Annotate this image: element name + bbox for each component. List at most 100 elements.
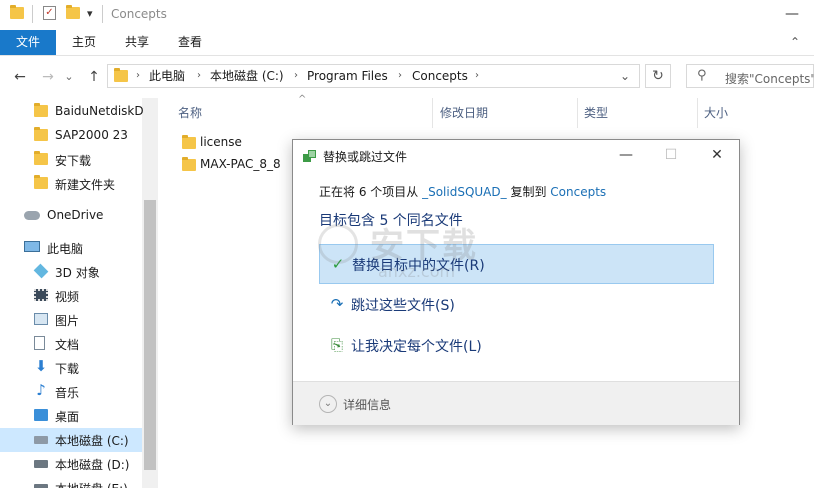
forward-button[interactable]: → xyxy=(38,67,58,87)
folder-icon xyxy=(114,68,128,82)
dialog-maximize-button[interactable]: ☐ xyxy=(656,144,686,166)
nav-item-label: 图片 xyxy=(55,314,80,328)
address-bar[interactable]: › 此电脑 › 本地磁盘 (C:) › Program Files › Conc… xyxy=(107,64,640,88)
tab-home[interactable]: 主页 xyxy=(64,30,104,55)
sort-indicator-icon: ^ xyxy=(298,94,307,105)
desktop-icon xyxy=(34,409,48,421)
refresh-button[interactable]: ↻ xyxy=(645,64,671,88)
nav-item-label: 3D 对象 xyxy=(55,266,100,280)
new-folder-icon[interactable] xyxy=(66,5,80,19)
properties-icon[interactable]: ✓ xyxy=(43,6,56,20)
back-button[interactable]: ← xyxy=(10,67,30,87)
nav-item-downloads[interactable]: ⬇ 下载 xyxy=(0,356,142,380)
nav-item-label: 下载 xyxy=(55,362,80,376)
column-divider[interactable] xyxy=(697,98,698,128)
nav-item-3d-objects[interactable]: 3D 对象 xyxy=(0,260,142,284)
breadcrumb-separator[interactable]: › xyxy=(475,65,479,87)
source-folder-link[interactable]: _SolidSQUAD_ xyxy=(422,185,507,199)
destination-folder-link[interactable]: Concepts xyxy=(550,185,606,199)
title-bar: ✓ ▾ Concepts — xyxy=(0,0,814,30)
up-button[interactable]: ↑ xyxy=(84,67,104,87)
column-header-type[interactable]: 类型 xyxy=(584,98,608,128)
replace-files-option[interactable]: ✓ 替换目标中的文件(R) xyxy=(319,244,714,284)
skip-arrow-icon: ↷ xyxy=(330,295,344,313)
breadcrumb-concepts[interactable]: Concepts xyxy=(412,65,468,87)
folder-icon xyxy=(34,151,48,165)
nav-scrollbar-thumb[interactable] xyxy=(144,200,156,470)
address-dropdown-icon[interactable]: ⌄ xyxy=(620,65,630,87)
quick-access-dropdown-icon[interactable]: ▾ xyxy=(87,7,93,20)
column-divider[interactable] xyxy=(432,98,433,128)
copy-icon xyxy=(303,150,317,162)
breadcrumb-local-disk-c[interactable]: 本地磁盘 (C:) xyxy=(210,65,284,87)
nav-item-onedrive[interactable]: OneDrive xyxy=(0,204,142,228)
recent-locations-button[interactable]: ⌄ xyxy=(62,67,76,87)
replace-or-skip-dialog: 替换或跳过文件 — ☐ ✕ 正在将 6 个项目从 _SolidSQUAD_ 复制… xyxy=(292,139,740,425)
divider xyxy=(102,5,103,23)
breadcrumb-program-files[interactable]: Program Files xyxy=(307,65,388,87)
folder-icon xyxy=(34,103,48,117)
option-label: 让我决定每个文件(L) xyxy=(351,339,482,355)
nav-item-new-folder[interactable]: 新建文件夹 xyxy=(0,172,142,196)
dialog-close-button[interactable]: ✕ xyxy=(702,144,732,166)
expand-details-icon[interactable]: ⌄ xyxy=(319,395,337,413)
nav-item-local-disk-d[interactable]: 本地磁盘 (D:) xyxy=(0,452,142,476)
status-prefix: 正在将 6 个项目从 xyxy=(319,185,423,199)
nav-item-label: BaiduNetdiskD xyxy=(55,104,144,118)
search-placeholder: 搜索"Concepts" xyxy=(725,72,814,86)
drive-icon xyxy=(34,436,48,444)
nav-item-music[interactable]: ♪ 音乐 xyxy=(0,380,142,404)
details-label[interactable]: 详细信息 xyxy=(343,396,391,413)
file-row-license[interactable]: license xyxy=(178,132,298,154)
nav-item-label: 新建文件夹 xyxy=(55,178,116,192)
column-divider[interactable] xyxy=(577,98,578,128)
nav-item-label: 本地磁盘 (C:) xyxy=(55,434,129,448)
music-icon: ♪ xyxy=(36,381,46,399)
column-header-size[interactable]: 大小 xyxy=(704,98,728,128)
nav-item-label: 安下载 xyxy=(55,154,92,168)
breadcrumb-separator[interactable]: › xyxy=(294,65,298,87)
breadcrumb-this-pc[interactable]: 此电脑 xyxy=(149,65,185,87)
folder-icon xyxy=(182,157,196,171)
folder-icon xyxy=(182,135,196,149)
nav-item-baidunetdisk[interactable]: BaiduNetdiskD xyxy=(0,100,144,124)
ribbon-tabs: 文件 主页 共享 查看 ⌃ xyxy=(0,30,814,56)
tab-share[interactable]: 共享 xyxy=(117,30,157,55)
nav-item-videos[interactable]: 视频 xyxy=(0,284,142,308)
tab-view[interactable]: 查看 xyxy=(170,30,210,55)
nav-item-local-disk-e[interactable]: 本地磁盘 (E:) xyxy=(0,476,142,488)
file-row-max-pac[interactable]: MAX-PAC_8_8 xyxy=(178,154,290,176)
breadcrumb-separator[interactable]: › xyxy=(398,65,402,87)
option-label: 替换目标中的文件(R) xyxy=(352,258,485,274)
nav-item-desktop[interactable]: 桌面 xyxy=(0,404,142,428)
breadcrumb-separator[interactable]: › xyxy=(197,65,201,87)
tab-file[interactable]: 文件 xyxy=(0,30,56,55)
nav-item-pictures[interactable]: 图片 xyxy=(0,308,142,332)
skip-files-option[interactable]: ↷ 跳过这些文件(S) xyxy=(319,285,714,325)
dialog-footer: ⌄ 详细信息 xyxy=(293,381,739,425)
folder-icon xyxy=(10,5,24,19)
drive-icon xyxy=(34,460,48,468)
nav-item-this-pc[interactable]: 此电脑 xyxy=(0,236,142,260)
nav-item-anxiazai[interactable]: 安下载 xyxy=(0,148,142,172)
dialog-minimize-button[interactable]: — xyxy=(611,144,641,166)
nav-item-sap2000[interactable]: SAP2000 23 xyxy=(0,124,142,148)
folder-icon xyxy=(34,175,48,189)
decide-each-file-option[interactable]: ⎘ 让我决定每个文件(L) xyxy=(319,326,714,366)
column-header-name[interactable]: 名称 xyxy=(178,98,202,128)
status-mid: 复制到 xyxy=(506,185,551,199)
ribbon-collapse-icon[interactable]: ⌃ xyxy=(780,30,810,55)
nav-item-label: 此电脑 xyxy=(47,242,84,256)
dialog-heading: 目标包含 5 个同名文件 xyxy=(319,213,463,229)
minimize-button[interactable]: — xyxy=(772,2,812,26)
search-input[interactable]: ⚲ 搜索"Concepts" xyxy=(686,64,814,88)
nav-item-documents[interactable]: 文档 xyxy=(0,332,142,356)
breadcrumb-separator[interactable]: › xyxy=(136,65,140,87)
drive-icon xyxy=(34,484,48,488)
nav-item-label: SAP2000 23 xyxy=(55,128,128,142)
compare-files-icon: ⎘ xyxy=(330,336,343,354)
nav-item-local-disk-c[interactable]: 本地磁盘 (C:) xyxy=(0,428,142,452)
video-icon xyxy=(34,289,48,301)
column-header-date[interactable]: 修改日期 xyxy=(440,98,488,128)
file-name: license xyxy=(200,135,242,149)
